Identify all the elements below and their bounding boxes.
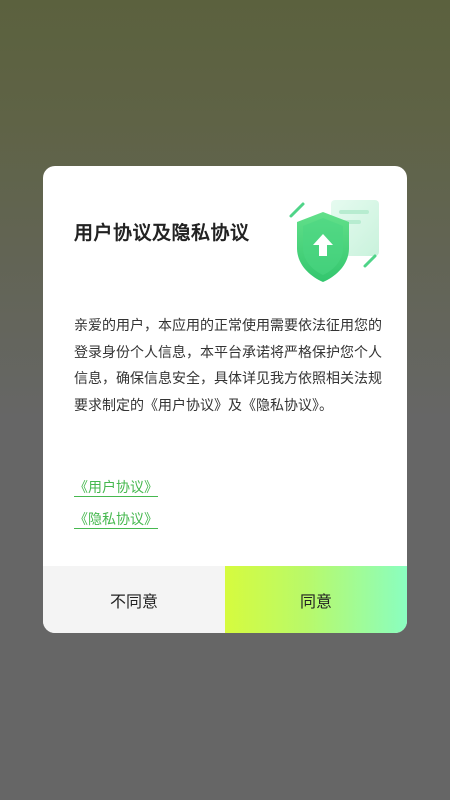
dialog-button-row: 不同意 同意: [43, 566, 407, 633]
agreement-dialog: 用户协议及隐私协议 亲爱的用户，本应用的正常使用需要依法征用您的登录身份个人信息…: [43, 166, 407, 633]
shield-upload-icon: [283, 194, 387, 290]
agreement-description: 亲爱的用户，本应用的正常使用需要依法征用您的登录身份个人信息，本平台承诺将严格保…: [74, 318, 382, 414]
dialog-title: 用户协议及隐私协议: [74, 222, 250, 244]
disagree-button[interactable]: 不同意: [43, 566, 225, 633]
agree-button[interactable]: 同意: [225, 566, 407, 633]
user-agreement-link[interactable]: 《用户协议》: [74, 477, 158, 497]
privacy-agreement-link[interactable]: 《隐私协议》: [74, 509, 158, 529]
